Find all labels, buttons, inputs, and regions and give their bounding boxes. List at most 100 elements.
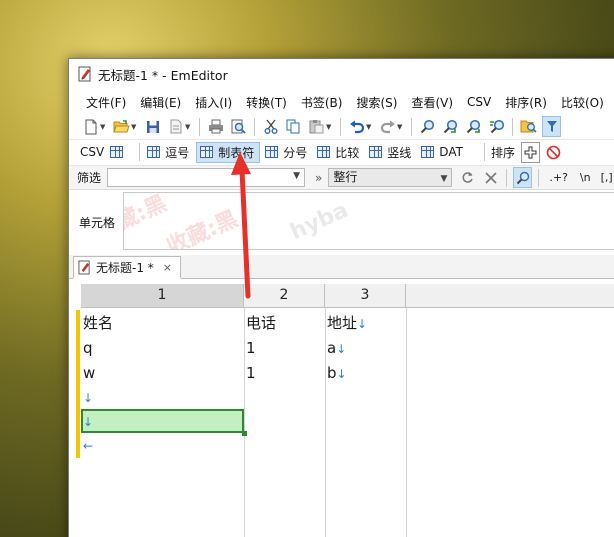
clear-filter-icon[interactable]	[481, 167, 500, 188]
undo-icon[interactable]	[347, 116, 366, 137]
open-folder-icon[interactable]	[112, 116, 131, 137]
title-bar: 无标题-1 * - EmEditor	[69, 59, 614, 89]
pipe-mode-button[interactable]: 竖线	[366, 142, 416, 163]
separator	[411, 117, 412, 136]
separator	[483, 143, 485, 161]
print-preview-icon[interactable]	[229, 116, 248, 137]
separator	[538, 168, 540, 187]
table-cell-text: 地址	[327, 314, 358, 332]
menu-view[interactable]: 查看(V)	[404, 94, 460, 111]
document-tab-label: 无标题-1 *	[96, 260, 154, 275]
copy-icon[interactable]	[284, 116, 303, 137]
redo-icon[interactable]	[378, 116, 397, 137]
filter-input[interactable]: ▼	[107, 168, 306, 187]
paste-icon[interactable]	[307, 116, 326, 137]
eol-marker: ↓	[83, 415, 94, 429]
table-cell[interactable]: q	[83, 336, 93, 360]
new-file-icon[interactable]	[81, 116, 100, 137]
regex-toggle[interactable]: .+?	[549, 171, 568, 184]
csv-mode-button[interactable]: CSV	[77, 142, 133, 163]
compare-mode-button[interactable]: 比较	[314, 142, 364, 163]
menu-compare[interactable]: 比较(O)	[554, 94, 611, 111]
table-cell[interactable]: ←	[83, 433, 93, 457]
separator	[139, 143, 141, 161]
table-cell[interactable]: w	[83, 361, 95, 385]
cell-panel: 单元格 藏:黑 收藏:黑 hyba	[69, 189, 614, 253]
pipe-grid-icon	[369, 146, 383, 158]
chevron-down-icon[interactable]: ▼	[440, 171, 447, 188]
table-cell[interactable]: 1	[246, 336, 256, 360]
save-icon[interactable]	[143, 116, 162, 137]
column-header-2[interactable]: 2	[244, 284, 325, 308]
document-tab[interactable]: 无标题-1 * ×	[73, 256, 181, 279]
document-icon	[78, 260, 90, 274]
eol-marker: ↓	[336, 342, 347, 356]
table-cell[interactable]: 1	[246, 361, 256, 385]
search-files-icon[interactable]	[519, 116, 538, 137]
table-cell[interactable]: b↓	[327, 361, 347, 385]
pipe-label: 竖线	[387, 145, 412, 160]
comma-grid-icon	[147, 146, 161, 158]
undo-dropdown-icon[interactable]: ▼	[366, 123, 374, 131]
paste-dropdown-icon[interactable]: ▼	[326, 123, 334, 131]
cut-icon[interactable]	[261, 116, 280, 137]
find-icon[interactable]	[418, 116, 437, 137]
column-header-1[interactable]: 1	[81, 284, 244, 308]
separator	[512, 117, 513, 136]
open-dropdown-icon[interactable]: ▼	[131, 123, 139, 131]
filter-toggle-icon[interactable]	[542, 116, 561, 137]
table-cell[interactable]: a↓	[327, 336, 346, 360]
menu-insert[interactable]: 插入(I)	[188, 94, 239, 111]
replace-icon[interactable]	[487, 116, 506, 137]
table-cell[interactable]: ↓	[83, 409, 93, 433]
chevron-down-icon[interactable]: ▼	[293, 171, 300, 181]
sort-remove-icon[interactable]	[544, 142, 563, 163]
tab-mode-button[interactable]: 制表符	[196, 141, 261, 163]
table-cell[interactable]: 电话	[246, 311, 276, 335]
filter-search-icon[interactable]	[513, 167, 533, 188]
csv-editor[interactable]: 1 2 3 姓名 电话 地址↓ q 1 a↓ w 1 b↓ ↓ ↓ ←	[69, 281, 614, 537]
redo-dropdown-icon[interactable]: ▼	[397, 123, 405, 131]
menu-search[interactable]: 搜索(S)	[349, 94, 404, 111]
dat-mode-button[interactable]: DAT	[418, 142, 468, 163]
close-tab-icon[interactable]: ×	[163, 261, 172, 274]
column-header-3[interactable]: 3	[325, 284, 406, 308]
compare-grid-icon	[317, 146, 331, 158]
menu-convert[interactable]: 转换(T)	[239, 94, 294, 111]
find-previous-icon[interactable]	[464, 116, 483, 137]
semicolon-mode-button[interactable]: 分号	[262, 142, 312, 163]
save-dropdown-icon[interactable]: ▼	[185, 123, 193, 131]
table-cell-text: b	[327, 364, 337, 382]
menu-csv[interactable]: CSV	[460, 95, 498, 109]
column-divider	[325, 308, 326, 537]
table-cell[interactable]: 姓名	[83, 311, 113, 335]
refresh-icon[interactable]	[458, 167, 477, 188]
emeditor-app-icon	[78, 66, 91, 82]
document-tab-bar: 无标题-1 * ×	[69, 255, 614, 279]
cell-value-box[interactable]: 藏:黑 收藏:黑 hyba	[123, 192, 614, 250]
menu-edit[interactable]: 编辑(E)	[133, 94, 188, 111]
save-as-icon[interactable]	[166, 116, 185, 137]
csv-label: CSV	[80, 145, 105, 159]
comma-mode-button[interactable]: 逗号	[144, 142, 194, 163]
print-icon[interactable]	[206, 116, 225, 137]
table-cell[interactable]: ↓	[83, 385, 93, 409]
menu-sort[interactable]: 排序(R)	[498, 94, 554, 111]
separator	[506, 168, 508, 187]
compare-label: 比较	[335, 145, 360, 160]
column-toggle[interactable]: [,]	[601, 171, 613, 184]
filter-mode-select[interactable]: 整行 ▼	[328, 168, 453, 188]
sort-add-icon[interactable]	[520, 141, 540, 163]
new-file-dropdown-icon[interactable]: ▼	[100, 123, 108, 131]
menu-bookmarks[interactable]: 书签(B)	[294, 94, 350, 111]
comma-label: 逗号	[165, 145, 190, 160]
filter-more-button[interactable]: »	[315, 171, 322, 185]
find-next-icon[interactable]	[441, 116, 460, 137]
table-cell[interactable]: 地址↓	[327, 311, 367, 335]
selection-handle[interactable]	[242, 431, 247, 436]
selected-cell[interactable]	[81, 409, 244, 433]
escape-toggle[interactable]: \n	[580, 171, 591, 184]
menu-bar: 文件(F) 编辑(E) 插入(I) 转换(T) 书签(B) 搜索(S) 查看(V…	[69, 90, 614, 114]
eof-marker: ←	[83, 439, 94, 453]
menu-file[interactable]: 文件(F)	[79, 94, 133, 111]
